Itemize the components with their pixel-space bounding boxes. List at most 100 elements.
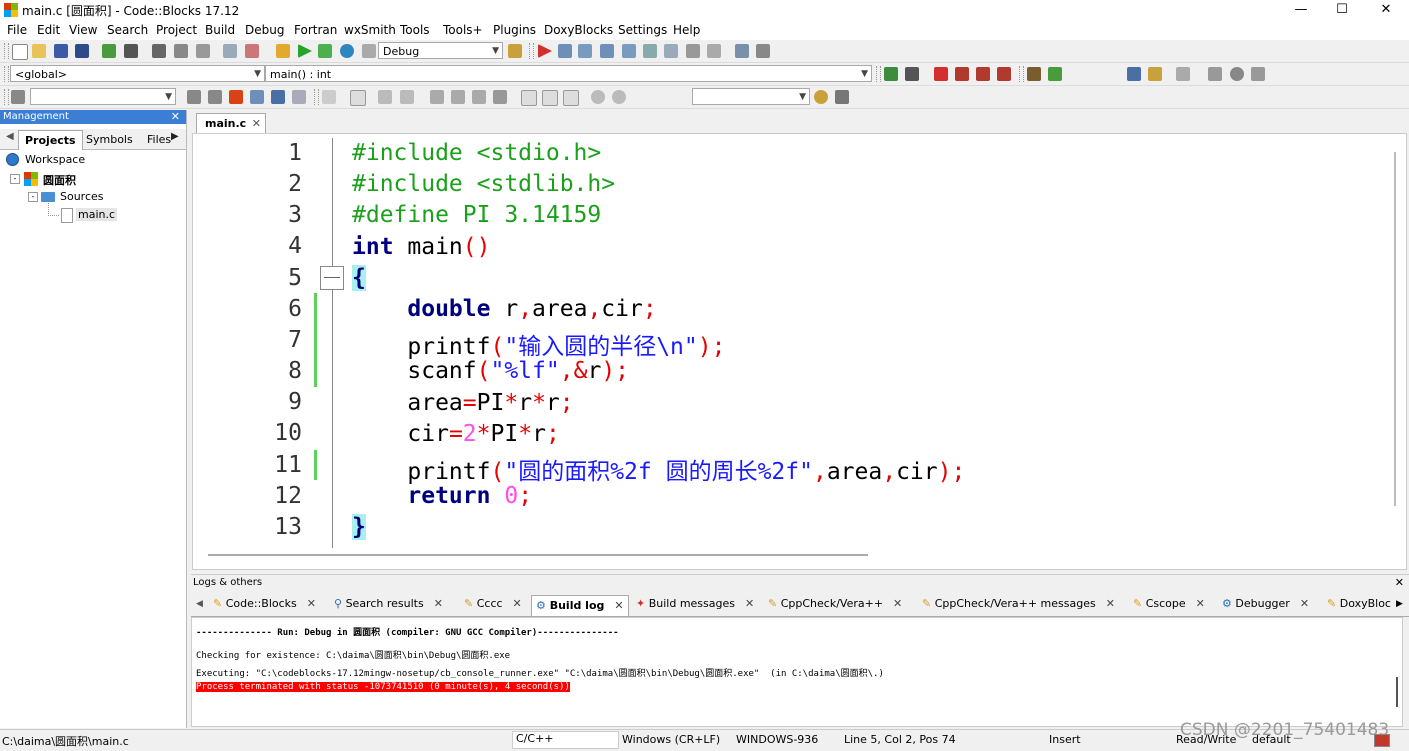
pointer-icon[interactable]: [322, 90, 336, 104]
log-tab-cccc[interactable]: ✎ Cccc ✕: [464, 597, 522, 610]
toolbar-grip[interactable]: [529, 43, 534, 59]
replace-icon[interactable]: [245, 44, 259, 58]
box-1-icon[interactable]: [521, 90, 537, 106]
menu-doxyblocks[interactable]: DoxyBlocks: [544, 23, 613, 37]
box-2-icon[interactable]: [542, 90, 558, 106]
doxy-config-icon[interactable]: [1176, 67, 1190, 81]
save-all-icon[interactable]: [75, 44, 89, 58]
nav-next-icon[interactable]: [1251, 67, 1265, 81]
run-icon[interactable]: [298, 44, 312, 58]
scope-select[interactable]: <global> ▼: [10, 65, 265, 82]
forward-arrow-icon[interactable]: [208, 90, 222, 104]
menu-debug[interactable]: Debug: [245, 23, 284, 37]
toolbar-grip[interactable]: [1019, 66, 1024, 82]
menu-settings[interactable]: Settings: [618, 23, 667, 37]
toggle-bookmark-icon[interactable]: [934, 67, 948, 81]
text-icon[interactable]: [271, 90, 285, 104]
toolbar-grip[interactable]: [4, 66, 9, 82]
menu-plugins[interactable]: Plugins: [493, 23, 536, 37]
editor-horizontal-scrollbar[interactable]: [208, 554, 868, 556]
log-tab-debugger[interactable]: ⚙ Debugger ✕: [1222, 597, 1309, 610]
layout-3-icon[interactable]: [472, 90, 486, 104]
new-file-icon[interactable]: [12, 44, 28, 60]
step-into-icon[interactable]: [600, 44, 614, 58]
highlight-icon[interactable]: [229, 90, 243, 104]
menu-project[interactable]: Project: [156, 23, 197, 37]
menu-tools[interactable]: Tools: [400, 23, 430, 37]
search-icon[interactable]: [814, 90, 828, 104]
doxy-html-icon[interactable]: [1127, 67, 1141, 81]
log-tab-cppcheck-messages[interactable]: ✎ CppCheck/Vera++ messages ✕: [922, 597, 1115, 610]
stop-debugger-icon[interactable]: [707, 44, 721, 58]
log-tab-build-messages[interactable]: ✦ Build messages ✕: [636, 597, 754, 610]
close-tab-icon[interactable]: ✕: [252, 114, 261, 134]
menu-edit[interactable]: Edit: [37, 23, 60, 37]
rebuild-icon[interactable]: [340, 44, 354, 58]
tree-file-main-c[interactable]: main.c: [76, 208, 118, 221]
next-bookmark-icon[interactable]: [976, 67, 990, 81]
paste-icon[interactable]: [196, 44, 210, 58]
box-3-icon[interactable]: [563, 90, 579, 106]
tab-projects[interactable]: Projects: [18, 130, 83, 150]
open-file-icon[interactable]: [32, 44, 46, 58]
menu-search[interactable]: Search: [107, 23, 148, 37]
step-instruction-icon[interactable]: [664, 44, 678, 58]
redo-icon[interactable]: [124, 44, 138, 58]
step-out-icon[interactable]: [622, 44, 636, 58]
format-icon[interactable]: [250, 90, 264, 104]
debug-windows-icon[interactable]: [735, 44, 749, 58]
chevron-right-icon[interactable]: ▶: [171, 131, 179, 142]
log-tab-cppcheck[interactable]: ✎ CppCheck/Vera++ ✕: [768, 597, 902, 610]
layout-2-icon[interactable]: [451, 90, 465, 104]
log-tab-doxyblocks[interactable]: ✎ DoxyBloc: [1327, 597, 1391, 610]
toolbar-grip[interactable]: [876, 66, 881, 82]
build-and-run-icon[interactable]: [318, 44, 332, 58]
collapse-folder-icon[interactable]: -: [28, 192, 38, 202]
close-icon[interactable]: ✕: [1395, 575, 1404, 591]
menu-wxsmith[interactable]: wxSmith: [344, 23, 396, 37]
function-select[interactable]: main() : int ▼: [265, 65, 872, 82]
nav-prev-icon[interactable]: [1208, 67, 1222, 81]
menu-tools-plus[interactable]: Tools+: [443, 23, 483, 37]
jump-forward-icon[interactable]: [905, 67, 919, 81]
close-icon[interactable]: ✕: [171, 110, 180, 124]
doxy-chm-icon[interactable]: [1148, 67, 1162, 81]
next-instruction-icon[interactable]: [643, 44, 657, 58]
maximize-button[interactable]: ☐: [1320, 0, 1364, 20]
tree-workspace[interactable]: Workspace: [25, 153, 85, 166]
tree-project[interactable]: 圆面积: [43, 172, 76, 188]
editor-tab-main-c[interactable]: main.c ✕: [196, 113, 266, 134]
nav-dot-icon[interactable]: [1230, 67, 1244, 81]
run-to-cursor-icon[interactable]: [558, 44, 572, 58]
jump-back-icon[interactable]: [884, 67, 898, 81]
status-language[interactable]: C/C++: [512, 731, 619, 749]
log-scrollbar[interactable]: [1396, 677, 1398, 707]
editor-vertical-scrollbar[interactable]: [1394, 152, 1396, 506]
menu-build[interactable]: Build: [205, 23, 235, 37]
build-target-select[interactable]: Debug ▼: [378, 42, 503, 59]
log-tab-cscope[interactable]: ✎ Cscope ✕: [1133, 597, 1205, 610]
build-gear-icon[interactable]: [276, 44, 290, 58]
collapse-project-icon[interactable]: -: [10, 174, 20, 184]
toolbar-grip[interactable]: [4, 43, 9, 59]
tab-symbols[interactable]: Symbols: [80, 130, 139, 149]
chevron-left-icon[interactable]: ◀: [196, 599, 203, 609]
menu-help[interactable]: Help: [673, 23, 700, 37]
chevron-left-icon[interactable]: ◀: [6, 131, 14, 142]
search-combo[interactable]: ▼: [30, 88, 176, 105]
log-tab-search-results[interactable]: ⚲ Search results ✕: [334, 597, 443, 610]
log-tab-build-log[interactable]: ⚙ Build log ✕: [531, 595, 629, 616]
minimize-button[interactable]: —: [1279, 0, 1323, 20]
toolbar-grip[interactable]: [4, 89, 9, 105]
find-icon[interactable]: [223, 44, 237, 58]
debug-info-icon[interactable]: [756, 44, 770, 58]
zoom-in-icon[interactable]: [591, 90, 605, 104]
toolbar-grip[interactable]: [314, 89, 319, 105]
cut-icon[interactable]: [152, 44, 166, 58]
menu-view[interactable]: View: [69, 23, 97, 37]
doxy-extract-icon[interactable]: [1048, 67, 1062, 81]
zoom-out-icon[interactable]: [612, 90, 626, 104]
panel-icon[interactable]: [400, 90, 414, 104]
clear-bookmarks-icon[interactable]: [997, 67, 1011, 81]
close-button[interactable]: ✕: [1364, 0, 1408, 20]
